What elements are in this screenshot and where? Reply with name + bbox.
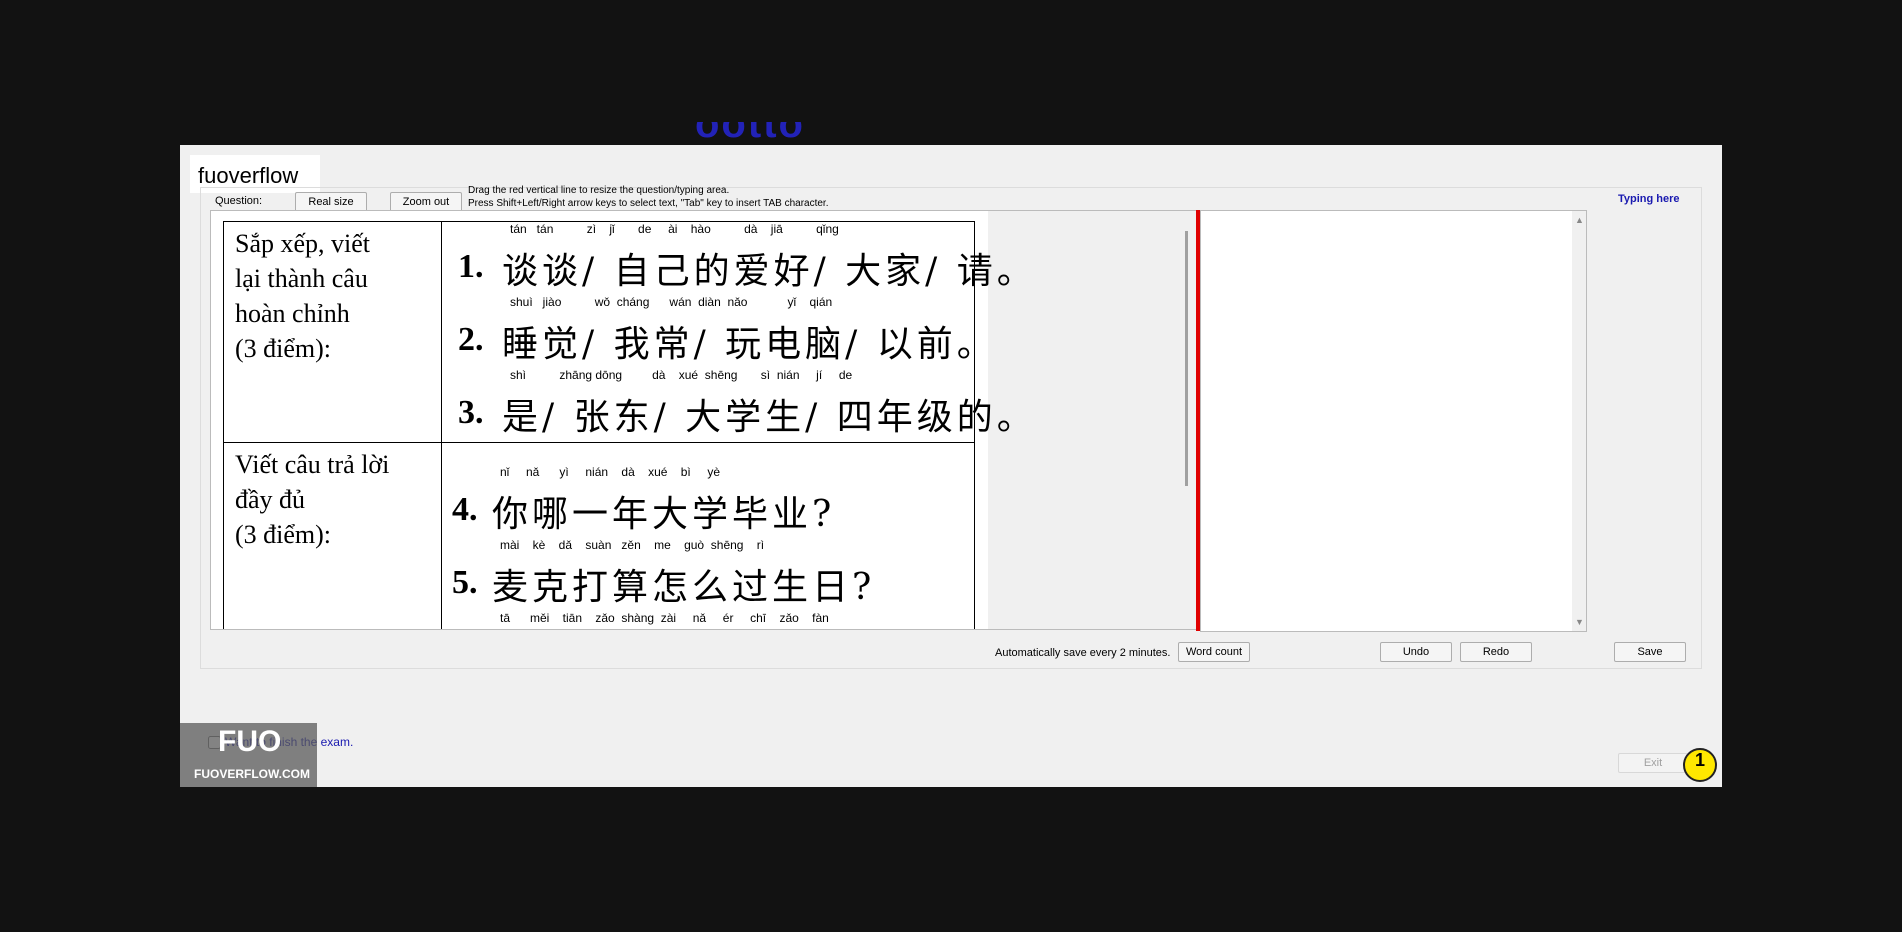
section1-line: lại thành câu bbox=[235, 264, 368, 293]
item-text: 谈谈/ 自己的爱好/ 大家/ 请。 bbox=[502, 251, 1037, 292]
section2-line: Viết câu trả lời bbox=[235, 450, 390, 479]
question-area[interactable]: Sắp xếp, viết lại thành câu hoàn chỉnh (… bbox=[210, 210, 1227, 630]
section1-line: (3 điểm): bbox=[235, 334, 332, 363]
section1-items: tán tán zì jǐ de ài hào dà jiā qǐng 1. 谈… bbox=[441, 221, 1033, 443]
real-size-button[interactable]: Real size bbox=[295, 192, 367, 212]
autosave-status: Automatically save every 2 minutes. bbox=[995, 647, 1171, 659]
exam-window: fuoverflow Question: Real size Zoom out … bbox=[180, 145, 1722, 787]
pinyin-line: shì zhāng dōng dà xué shēng sì nián jí d… bbox=[510, 368, 853, 382]
word-count-button[interactable]: Word count bbox=[1178, 642, 1250, 662]
question-item: tā měi tiān zǎo shàng zài nǎ ér chī zǎo … bbox=[442, 611, 974, 629]
question-item: mài kè dǎ suàn zěn me guò shēng rì 5. 麦克… bbox=[442, 538, 974, 611]
question-item: nǐ nǎ yì nián dà xué bì yè 4. 你哪一年大学毕业? bbox=[442, 465, 974, 538]
pinyin-line: mài kè dǎ suàn zěn me guò shēng rì bbox=[500, 538, 765, 552]
question-item: shì zhāng dōng dà xué shēng sì nián jí d… bbox=[442, 368, 1033, 441]
watermark-site-text: FUOVERFLOW.COM bbox=[194, 767, 310, 781]
item-text: 是/ 张东/ 大学生/ 四年级的。 bbox=[502, 397, 1037, 438]
hint-line-1: Drag the red vertical line to resize the… bbox=[468, 185, 730, 196]
scroll-down-icon[interactable]: ▼ bbox=[1575, 617, 1584, 627]
item-number: 2. bbox=[458, 321, 484, 358]
question-item: tán tán zì jǐ de ài hào dà jiā qǐng 1. 谈… bbox=[442, 222, 1033, 295]
typing-title: Typing here bbox=[1618, 193, 1680, 205]
pinyin-line: nǐ nǎ yì nián dà xué bì yè bbox=[500, 465, 721, 479]
question-image: Sắp xếp, viết lại thành câu hoàn chỉnh (… bbox=[211, 211, 1033, 629]
pinyin-line: tā měi tiān zǎo shàng zài nǎ ér chī zǎo … bbox=[500, 611, 829, 625]
typing-textarea[interactable]: ▲ ▼ bbox=[1200, 210, 1587, 632]
scroll-up-icon[interactable]: ▲ bbox=[1575, 215, 1584, 225]
banner-fragment-text: ootto bbox=[695, 122, 805, 146]
undo-button[interactable]: Undo bbox=[1380, 642, 1452, 662]
pinyin-line: tán tán zì jǐ de ài hào dà jiā qǐng bbox=[510, 222, 839, 236]
item-number: 4. bbox=[452, 491, 478, 528]
section2-label: Viết câu trả lời đầy đủ (3 điểm): bbox=[223, 442, 442, 629]
section1-line: hoàn chỉnh bbox=[235, 299, 350, 328]
typing-scrollbar[interactable]: ▲ ▼ bbox=[1572, 211, 1586, 631]
item-text: 麦克打算怎么过生日? bbox=[492, 567, 876, 608]
zoom-out-button[interactable]: Zoom out bbox=[390, 192, 462, 212]
section2-line: đầy đủ bbox=[235, 485, 306, 514]
pinyin-line: shuì jiào wǒ cháng wán diàn nǎo yǐ qián bbox=[510, 295, 833, 309]
question-label: Question: bbox=[215, 195, 263, 207]
item-number: 3. bbox=[458, 394, 484, 431]
section1-line: Sắp xếp, viết bbox=[235, 229, 371, 258]
watermark-logo-text: FUO bbox=[218, 725, 282, 758]
question-scrollbar[interactable] bbox=[1185, 231, 1188, 486]
watermark-logo: FUO FUOVERFLOW.COM bbox=[180, 723, 317, 787]
item-number: 5. bbox=[452, 564, 478, 601]
save-button[interactable]: Save bbox=[1614, 642, 1686, 662]
exit-button[interactable]: Exit bbox=[1618, 753, 1688, 773]
section2-items: nǐ nǎ yì nián dà xué bì yè 4. 你哪一年大学毕业? … bbox=[441, 442, 975, 629]
item-number: 1. bbox=[458, 248, 484, 285]
section1-label: Sắp xếp, viết lại thành câu hoàn chỉnh (… bbox=[223, 221, 442, 443]
section2-line: (3 điểm): bbox=[235, 520, 332, 549]
step-badge: 1 bbox=[1683, 748, 1717, 782]
hint-line-2: Press Shift+Left/Right arrow keys to sel… bbox=[468, 198, 829, 209]
item-text: 睡觉/ 我常/ 玩电脑/ 以前。 bbox=[502, 324, 997, 365]
redo-button[interactable]: Redo bbox=[1460, 642, 1532, 662]
instructions-hint: Drag the red vertical line to resize the… bbox=[468, 184, 829, 210]
item-text: 你哪一年大学毕业? bbox=[492, 494, 836, 535]
brand-text: fuoverflow bbox=[198, 163, 299, 188]
question-item: shuì jiào wǒ cháng wán diàn nǎo yǐ qián … bbox=[442, 295, 993, 368]
question-table: Sắp xếp, viết lại thành câu hoàn chỉnh (… bbox=[223, 221, 1033, 629]
